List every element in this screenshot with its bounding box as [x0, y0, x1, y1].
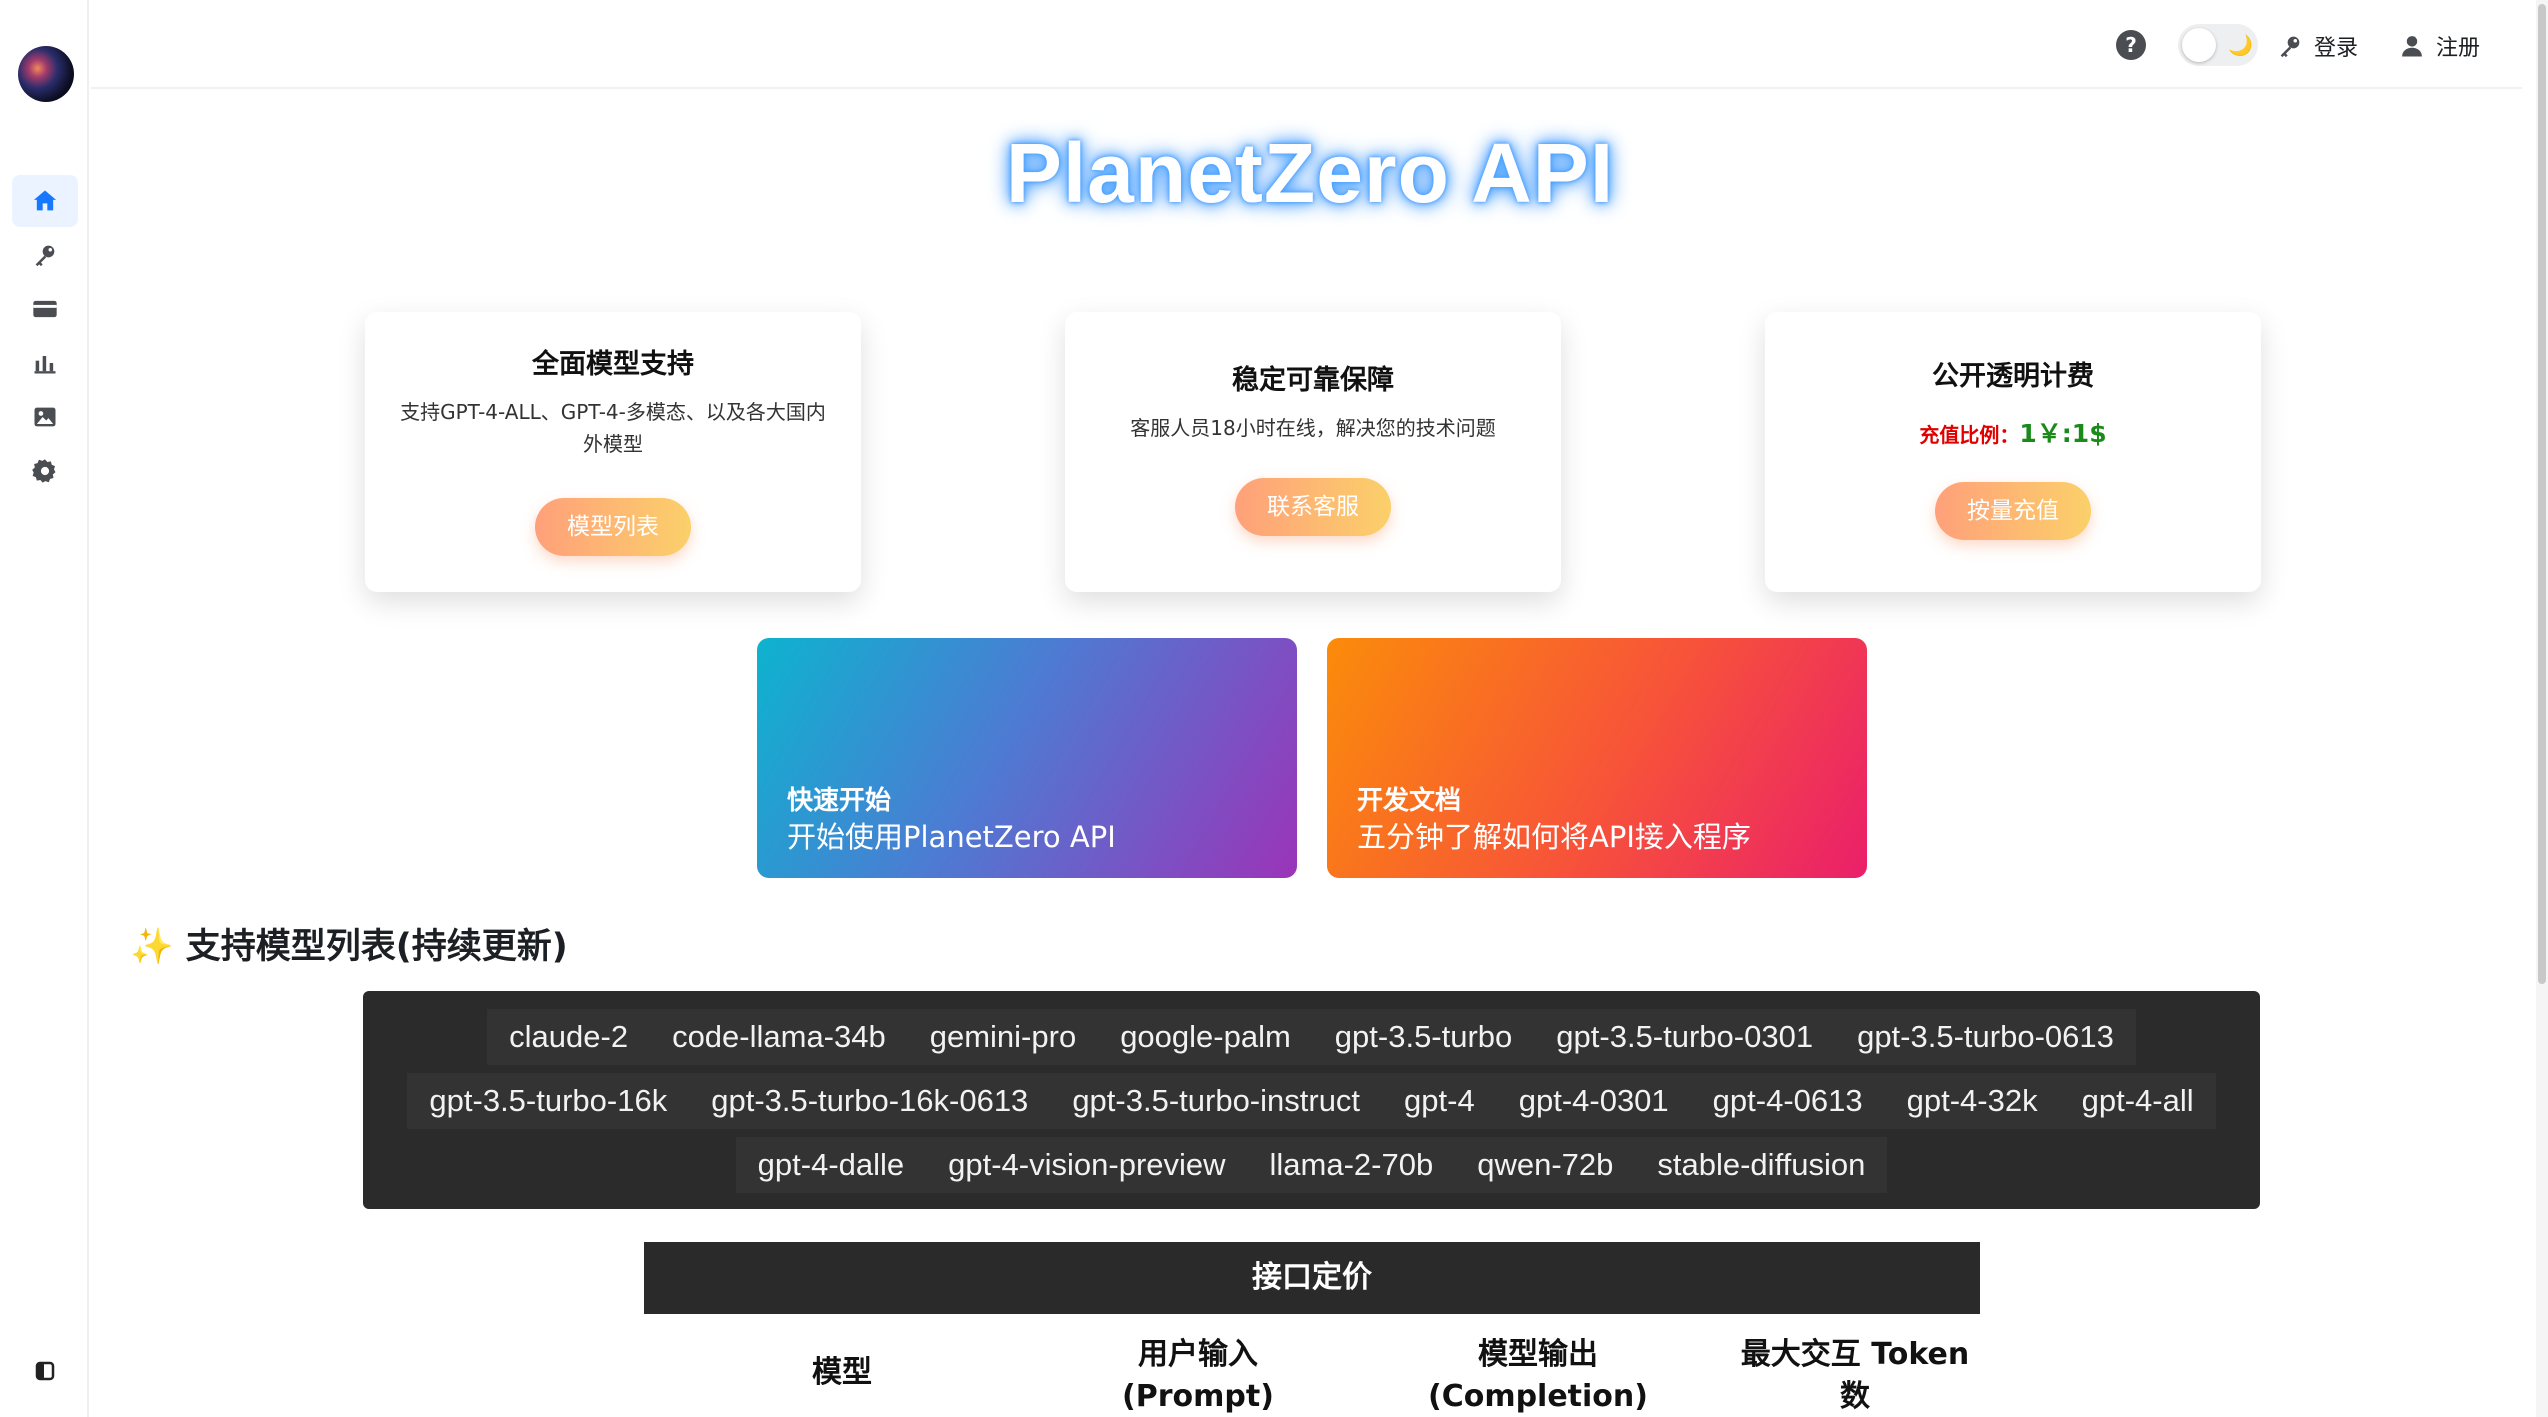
ratio-row: 充值比例：1￥:1$: [1765, 414, 2261, 450]
col-header-line: (Completion): [1427, 1379, 1648, 1414]
credit-card-icon: [33, 300, 57, 318]
page-scrollbar[interactable]: [2536, 0, 2548, 1417]
quick-start-tile[interactable]: 快速开始 开始使用PlanetZero API: [757, 638, 1297, 878]
pricing-col-prompt: 用户输入 (Prompt): [1098, 1334, 1298, 1417]
col-header-line: 模型输出: [1478, 1337, 1598, 1372]
col-header-line: 数: [1840, 1379, 1870, 1414]
topup-button[interactable]: 按量充值: [1935, 482, 2091, 540]
model-chip: stable-diffusion: [1635, 1137, 1888, 1193]
model-chip: gpt-4-0301: [1496, 1073, 1691, 1129]
card-description: 支持GPT-4-ALL、GPT-4-多模态、以及各大国内外模型: [400, 400, 826, 456]
model-chip: gpt-3.5-turbo-instruct: [1050, 1073, 1383, 1129]
sidebar-item-token[interactable]: [12, 229, 78, 281]
register-button[interactable]: 注册: [2398, 30, 2480, 62]
model-chip: gpt-3.5-turbo-0613: [1835, 1009, 2136, 1065]
user-icon: [2402, 36, 2422, 57]
model-chip: gpt-3.5-turbo: [1312, 1009, 1535, 1065]
sidebar-item-drawing[interactable]: [12, 391, 78, 443]
toggle-knob: [2182, 28, 2216, 62]
pricing-col-model: 模型: [742, 1352, 942, 1394]
pricing-col-max-tokens: 最大交互 Token 数: [1720, 1334, 1990, 1417]
model-chip: gemini-pro: [907, 1009, 1099, 1065]
gear-icon: [32, 459, 56, 483]
models-section-title: ✨ 支持模型列表(持续更新): [130, 927, 568, 967]
bar-chart-icon: [34, 356, 56, 374]
feature-card-billing: 公开透明计费 充值比例：1￥:1$ 按量充值: [1765, 312, 2261, 592]
model-chip: claude-2: [487, 1009, 651, 1065]
card-description: 客服人员18小时在线，解决您的技术问题: [1130, 416, 1496, 440]
app-logo[interactable]: [18, 46, 74, 102]
card-title: 稳定可靠保障: [1232, 365, 1394, 396]
feature-card-models: 全面模型支持 支持GPT-4-ALL、GPT-4-多模态、以及各大国内外模型 模…: [365, 312, 861, 592]
tile-subtitle: 开始使用PlanetZero API: [787, 820, 1116, 854]
home-icon: [33, 190, 57, 211]
tile-subtitle: 五分钟了解如何将API接入程序: [1357, 820, 1751, 854]
ratio-value: 1￥:1$: [2019, 419, 2107, 448]
model-chip: gpt-4-dalle: [735, 1137, 927, 1193]
model-chip: gpt-4: [1382, 1073, 1497, 1129]
moon-icon: 🌙: [2228, 33, 2253, 57]
model-chip: qwen-72b: [1455, 1137, 1636, 1193]
card-title: 全面模型支持: [532, 349, 694, 380]
key-icon: [35, 245, 55, 267]
tile-title: 开发文档: [1357, 786, 1462, 816]
sidebar-item-home[interactable]: [12, 175, 78, 227]
model-chip: code-llama-34b: [650, 1009, 908, 1065]
card-title: 公开透明计费: [1932, 361, 2094, 392]
top-header: [91, 0, 2522, 89]
sidebar-collapse-button[interactable]: [30, 1356, 60, 1386]
login-button[interactable]: 登录: [2276, 30, 2358, 62]
contact-support-button[interactable]: 联系客服: [1235, 478, 1391, 536]
hero-title: PlanetZero API: [1005, 126, 1615, 220]
sidebar: [0, 0, 89, 1417]
col-header-line: (Prompt): [1122, 1379, 1274, 1414]
register-label: 注册: [2436, 36, 2481, 61]
login-label: 登录: [2314, 36, 2359, 61]
help-icon[interactable]: ?: [2116, 30, 2146, 60]
model-chip: gpt-4-0613: [1690, 1073, 1885, 1129]
sidebar-collapse-icon: [35, 1361, 55, 1381]
scrollbar-thumb[interactable]: [2538, 4, 2546, 984]
pricing-title: 接口定价: [644, 1242, 1980, 1314]
model-chip: gpt-4-vision-preview: [926, 1137, 1248, 1193]
model-chip: gpt-3.5-turbo-16k: [407, 1073, 690, 1129]
ratio-label: 充值比例：: [1919, 423, 2020, 447]
model-chip: google-palm: [1098, 1009, 1313, 1065]
key-icon: [2280, 36, 2300, 58]
models-list: claude-2 code-llama-34b gemini-pro google-p…: [363, 991, 2260, 1209]
sidebar-item-settings[interactable]: [12, 445, 78, 497]
col-header-line: 模型: [812, 1355, 872, 1390]
model-list-button[interactable]: 模型列表: [535, 498, 691, 556]
col-header-line: 用户输入: [1138, 1337, 1258, 1372]
sidebar-item-usage[interactable]: [12, 337, 78, 389]
model-chip: gpt-3.5-turbo-16k-0613: [689, 1073, 1051, 1129]
model-chip: gpt-4-32k: [1884, 1073, 2060, 1129]
model-chip: gpt-3.5-turbo-0301: [1534, 1009, 1836, 1065]
col-header-line: 最大交互 Token: [1740, 1337, 1970, 1372]
pricing-col-completion: 模型输出 (Completion): [1408, 1334, 1668, 1417]
feature-card-support: 稳定可靠保障 客服人员18小时在线，解决您的技术问题 联系客服: [1065, 312, 1561, 592]
docs-tile[interactable]: 开发文档 五分钟了解如何将API接入程序: [1327, 638, 1867, 878]
image-icon: [34, 407, 56, 427]
model-chip: gpt-4-all: [2059, 1073, 2216, 1129]
model-chip: llama-2-70b: [1247, 1137, 1456, 1193]
tile-title: 快速开始: [787, 786, 892, 816]
dark-mode-toggle[interactable]: 🌙: [2178, 24, 2258, 66]
sidebar-item-topup[interactable]: [12, 283, 78, 335]
